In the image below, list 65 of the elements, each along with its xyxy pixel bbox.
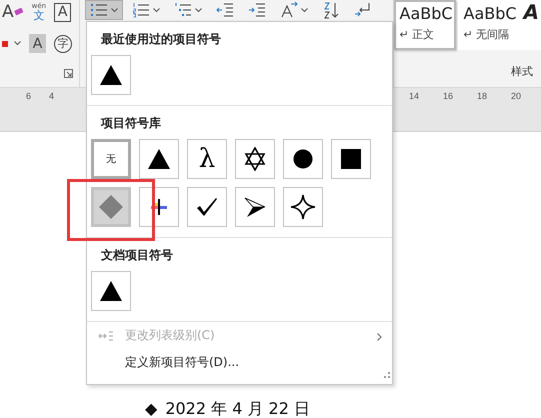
- style-preview: AaBbC: [400, 4, 454, 23]
- style-preview: AaBbC: [464, 4, 518, 23]
- ruler-number: 6: [26, 91, 32, 101]
- multilevel-list-icon: [174, 1, 192, 19]
- diamond-icon: [98, 194, 124, 220]
- ruler-number: 20: [510, 91, 521, 101]
- chevron-down-icon: [110, 8, 118, 12]
- bullet-option[interactable]: [331, 139, 371, 179]
- chevron-down-icon: [152, 8, 160, 12]
- section-header: 项目符号库: [101, 115, 162, 131]
- chevron-down-icon: [300, 8, 308, 12]
- section-header: 最近使用过的项目符号: [101, 31, 222, 47]
- ruler-number: 16: [442, 91, 453, 101]
- enclose-characters-button[interactable]: 字: [54, 34, 72, 52]
- dialog-launcher-icon: [64, 69, 73, 78]
- bullet-option[interactable]: λ: [187, 139, 227, 179]
- bullets-button[interactable]: [84, 0, 123, 20]
- indent-icon: [248, 1, 266, 19]
- outdent-icon: [216, 1, 234, 19]
- bullet-mark: ◆: [145, 400, 158, 418]
- plus-icon: [151, 199, 167, 215]
- triangle-icon: [99, 280, 123, 302]
- four-point-star-icon: [290, 194, 316, 220]
- menu-item[interactable]: 定义新项目符号(D)...: [87, 349, 392, 376]
- arrowhead-icon: [244, 196, 266, 218]
- section-header: 文档项目符号: [101, 247, 174, 263]
- ruler-number: 18: [476, 91, 487, 101]
- chevron-down-icon: [194, 8, 202, 12]
- triangle-icon: [99, 64, 123, 86]
- bullet-option[interactable]: [235, 187, 275, 227]
- group-label: 样式: [511, 64, 533, 79]
- bullet-option[interactable]: [139, 139, 179, 179]
- sort-icon: [322, 1, 340, 19]
- chevron-down-icon: [14, 41, 21, 46]
- bullet-list-icon: [90, 1, 108, 19]
- resize-grip-icon: [384, 372, 390, 378]
- bullet-option[interactable]: [235, 139, 275, 179]
- character-border-button[interactable]: A: [54, 2, 72, 22]
- chevron-right-icon: [377, 333, 382, 341]
- bullet-option[interactable]: [283, 139, 323, 179]
- document-text: 2022 年 4 月 22 日: [165, 400, 310, 418]
- character-shading-button[interactable]: A: [29, 34, 46, 53]
- paragraph-marks-icon: [354, 1, 372, 19]
- font-color-button[interactable]: [2, 40, 21, 46]
- style-preview: A: [524, 0, 540, 24]
- style-name: ↵ 正文: [400, 27, 436, 42]
- numbered-list-icon: [132, 1, 150, 19]
- style-name: ↵ 无间隔: [464, 27, 510, 42]
- list-level-icon: [98, 330, 114, 342]
- text-direction-icon: [280, 1, 298, 19]
- clear-formatting-button[interactable]: A: [2, 2, 24, 22]
- ruler-number: 4: [49, 91, 54, 101]
- bullet-option[interactable]: [283, 187, 323, 227]
- bullet-option[interactable]: 无: [91, 139, 131, 179]
- bullet-option[interactable]: [187, 187, 227, 227]
- square-icon: [341, 149, 361, 169]
- ruler-number: 14: [408, 91, 419, 101]
- circle-icon: [293, 149, 313, 169]
- eraser-icon: [14, 8, 24, 16]
- bullet-option[interactable]: [91, 55, 131, 95]
- star-of-david-icon: [244, 147, 266, 171]
- style-tile[interactable]: AaBbC ↵ 正文: [394, 0, 456, 50]
- bullet-option[interactable]: [91, 271, 131, 311]
- triangle-icon: [147, 148, 171, 170]
- checkmark-icon: [196, 197, 218, 217]
